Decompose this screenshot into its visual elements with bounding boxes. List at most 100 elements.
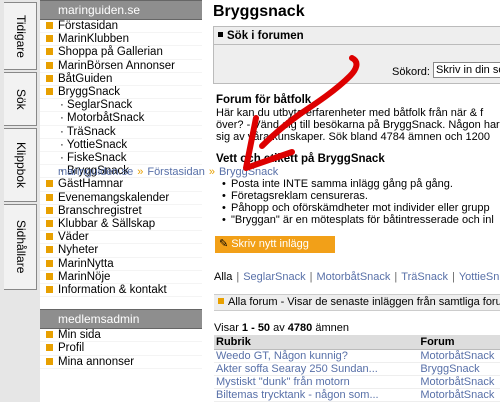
bullet-icon	[46, 35, 53, 43]
bullet-icon	[46, 272, 53, 280]
tab-divider: |	[309, 271, 313, 283]
new-post-button[interactable]: ✎ Skriv nytt inlägg	[215, 236, 335, 253]
menu-item[interactable]: Shoppa på Gallerian	[40, 46, 202, 60]
forum-tabs: Alla | SeglarSnack | MotorbåtSnack | TräSnack |…	[214, 271, 499, 283]
column-header-rubrik[interactable]: Rubrik	[214, 335, 419, 350]
bullet-icon	[46, 259, 53, 267]
table-row: Biltemas trycktank - någon som... Motorbå…	[214, 388, 500, 402]
forum-heading: Forum för båtfolk	[216, 94, 312, 106]
rule-item: "Bryggan" är en mötesplats för båtintres…	[222, 214, 494, 226]
menu-subitem[interactable]: MotorbåtSnack	[40, 112, 202, 126]
tab-klippbok[interactable]: Klippbok	[4, 128, 37, 202]
tab-divider: |	[394, 271, 398, 283]
forum-link[interactable]: BryggSnack	[418, 362, 500, 376]
tab-yottiesnack[interactable]: YottieSn	[459, 271, 500, 283]
column-header-forum[interactable]: Forum	[418, 335, 500, 350]
topics-table: Rubrik Forum Weedo GT, Någon kunnig? Moto…	[214, 335, 500, 402]
tab-divider: |	[236, 271, 240, 283]
bullet-icon	[46, 220, 53, 228]
table-row: Weedo GT, Någon kunnig? MotorbåtSnack	[214, 349, 500, 363]
menu-item[interactable]: Profil	[40, 342, 202, 356]
menu-subitem[interactable]: FiskeSnack	[40, 152, 202, 166]
bullet-icon	[46, 246, 53, 254]
search-panel-title: Sök i forumen	[214, 27, 500, 45]
menu-subitem[interactable]: YottieSnack	[40, 139, 202, 153]
menu-item[interactable]: MarinNytta	[40, 258, 202, 271]
menu-header-admin: medlemsadmin	[40, 309, 202, 330]
table-header: Rubrik Forum	[214, 335, 500, 350]
rule-item: Posta inte INTE samma inlägg gång på gån…	[222, 178, 453, 190]
tab-seglarsnack[interactable]: SeglarSnack	[243, 271, 305, 283]
bullet-icon	[46, 357, 53, 365]
bullet-icon	[46, 331, 53, 339]
topic-link[interactable]: Weedo GT, Någon kunnig?	[214, 349, 419, 363]
forum-link[interactable]: MotorbåtSnack	[418, 388, 500, 402]
search-label: Sökord:	[392, 66, 430, 78]
menu-item[interactable]: Min sida	[40, 329, 202, 343]
menu-item[interactable]: Väder	[40, 231, 202, 245]
tab-sok[interactable]: Sök	[4, 72, 37, 126]
menu-item[interactable]: Nyheter	[40, 244, 202, 258]
rule-item: Påhopp och oförskämdheter mot individer …	[222, 202, 490, 214]
bullet-icon	[46, 286, 53, 294]
bullet-icon	[46, 206, 53, 214]
tab-alla[interactable]: Alla	[214, 271, 232, 283]
menu-subitem[interactable]: TräSnack	[40, 126, 202, 139]
table-row: Mystiskt "dunk" från motorn MotorbåtSnack	[214, 375, 500, 389]
forum-text-line: Här kan du utbyta erfarenheter med båtfo…	[216, 107, 484, 119]
forum-text-line: över? - Vänd dig till besökarna på Brygg…	[216, 119, 500, 131]
topic-link[interactable]: Mystiskt "dunk" från motorn	[214, 375, 419, 389]
search-input[interactable]: Skriv in din sö	[433, 62, 500, 78]
breadcrumb: maringuiden.se» Förstasidan» BryggSnack	[58, 166, 278, 178]
menu-item[interactable]: MarinBörsen Annonser	[40, 60, 202, 73]
topic-link[interactable]: Akter soffa Searay 250 Sundan...	[214, 362, 419, 376]
menu-spacer	[40, 297, 202, 309]
menu-item[interactable]: Evenemangskalender	[40, 192, 202, 205]
page-title: Bryggsnack	[213, 3, 305, 20]
bullet-icon	[46, 74, 53, 82]
menu-item[interactable]: MarinKlubben	[40, 33, 202, 47]
forum-link[interactable]: MotorbåtSnack	[418, 349, 500, 363]
menu-item[interactable]: Klubbar & Sällskap	[40, 218, 202, 232]
rules-heading: Vett och etikett på BryggSnack	[216, 153, 385, 165]
bullet-icon	[46, 88, 53, 96]
bullet-icon	[46, 193, 53, 201]
topic-count: Visar 1 - 50 av 4780 ämnen	[214, 322, 349, 334]
menu-item[interactable]: BåtGuiden	[40, 73, 202, 87]
breadcrumb-separator: »	[208, 166, 215, 178]
tab-motorbatsnack[interactable]: MotorbåtSnack	[316, 271, 390, 283]
vertical-tab-strip: Tidigare Sök Klippbok Sidhållare	[0, 0, 41, 402]
topic-link[interactable]: Biltemas trycktank - någon som...	[214, 388, 419, 402]
bullet-icon	[46, 61, 53, 69]
menu-item[interactable]: Mina annonser	[40, 356, 202, 369]
bullet-icon	[46, 233, 53, 241]
search-panel: Sök i forumen Sökord: Skriv in din sö	[213, 26, 500, 84]
menu-item[interactable]: Branschregistret	[40, 205, 202, 219]
menu-item[interactable]: GästHamnar	[40, 178, 202, 192]
bullet-icon	[46, 344, 53, 352]
menu-item[interactable]: BryggSnack	[40, 86, 202, 100]
breadcrumb-current[interactable]: BryggSnack	[219, 166, 278, 178]
menu-item[interactable]: MarinNöje	[40, 271, 202, 285]
tab-tidigare[interactable]: Tidigare	[4, 2, 37, 70]
menu-header: maringuiden.se	[40, 0, 202, 20]
square-icon	[218, 298, 224, 304]
tab-trasnack[interactable]: TräSnack	[401, 271, 448, 283]
menu-item[interactable]: Förstasidan	[40, 20, 202, 34]
rule-item: Företagsreklam censureras.	[222, 190, 368, 202]
forum-text-line: sig av våra kunskaper. Sök bland 4784 äm…	[216, 131, 490, 143]
forum-link[interactable]: MotorbåtSnack	[418, 375, 500, 389]
bullet-icon	[46, 180, 53, 188]
menu-item[interactable]: Information & kontakt	[40, 284, 202, 298]
tab-divider: |	[451, 271, 455, 283]
site-menu: maringuiden.se Förstasidan MarinKlubben …	[40, 0, 202, 402]
menu-subitem[interactable]: SeglarSnack	[40, 99, 202, 113]
bullet-icon	[46, 48, 53, 56]
breadcrumb-site[interactable]: maringuiden.se	[58, 166, 133, 178]
bullet-icon	[46, 22, 53, 29]
all-forums-bar: Alla forum - Visar de senaste inläggen f…	[214, 294, 500, 311]
breadcrumb-separator: »	[137, 166, 144, 178]
breadcrumb-home[interactable]: Förstasidan	[147, 166, 204, 178]
square-icon	[218, 32, 223, 37]
tab-sidhallare[interactable]: Sidhållare	[4, 204, 37, 290]
